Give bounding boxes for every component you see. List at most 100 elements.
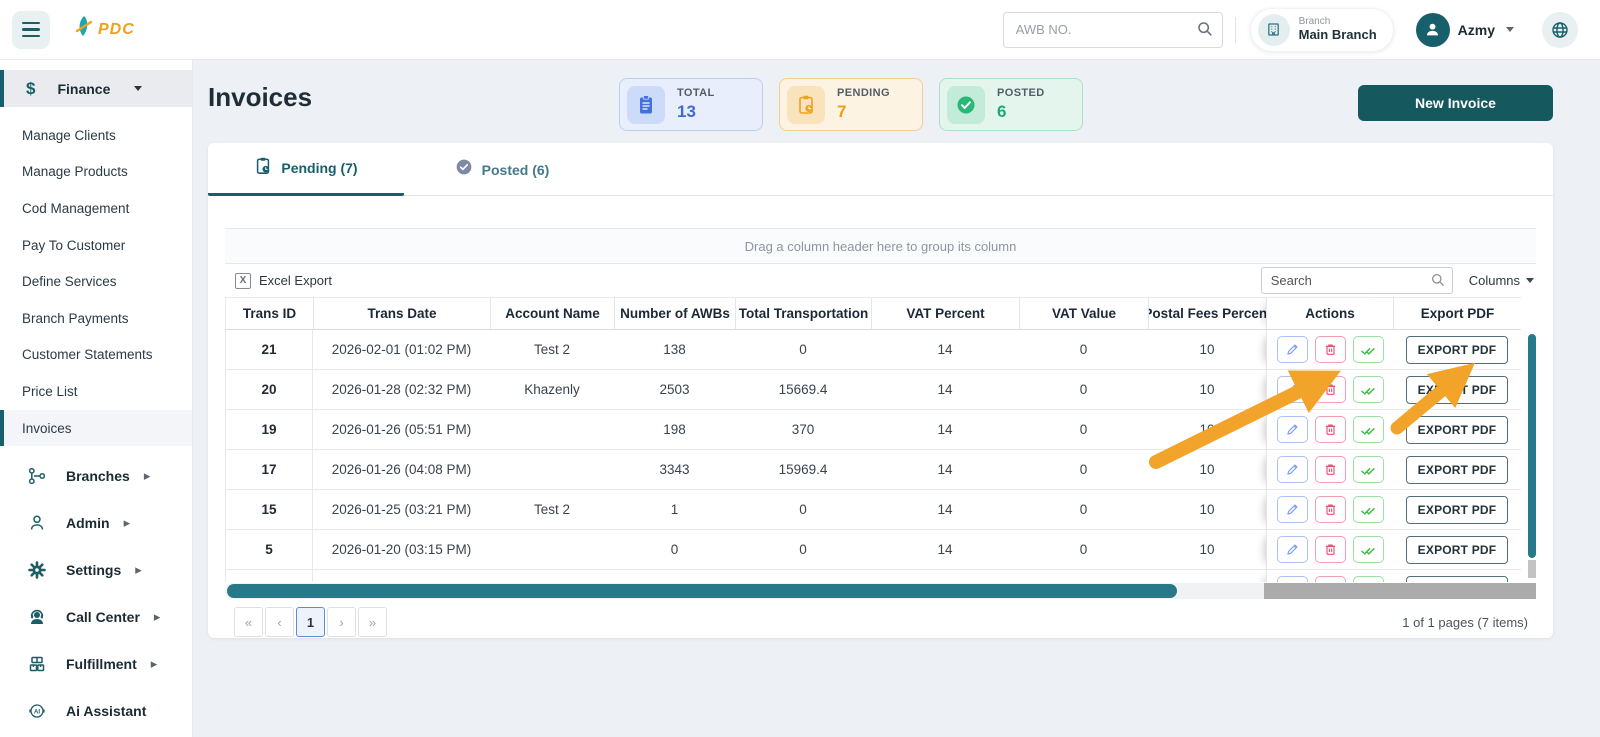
export-pdf-button[interactable]: EXPORT PDF xyxy=(1405,335,1509,364)
column-header-trans-date[interactable]: Trans Date xyxy=(313,297,490,330)
next-page-button[interactable]: › xyxy=(327,607,356,637)
sidebar-item-call-center[interactable]: Call Center ▸ xyxy=(0,593,192,640)
approve-button[interactable] xyxy=(1352,376,1384,403)
edit-button[interactable] xyxy=(1276,336,1308,363)
edit-button[interactable] xyxy=(1276,576,1308,582)
cell-vat-value: 0 xyxy=(1019,410,1148,450)
approve-button[interactable] xyxy=(1352,536,1384,563)
delete-button[interactable] xyxy=(1314,536,1346,563)
columns-chooser-button[interactable]: Columns xyxy=(1469,273,1534,288)
delete-button[interactable] xyxy=(1314,576,1346,582)
sidebar-item-cod-management[interactable]: Cod Management xyxy=(0,190,192,227)
sidebar-item-customer-statements[interactable]: Customer Statements xyxy=(0,337,192,374)
user-name: Azmy xyxy=(1457,21,1495,38)
excel-export-button[interactable]: X Excel Export xyxy=(235,272,332,289)
edit-button[interactable] xyxy=(1276,536,1308,563)
cell-vat-value: 0 xyxy=(1019,530,1148,570)
edit-button[interactable] xyxy=(1276,496,1308,523)
table-row[interactable]: 19 2026-01-26 (05:51 PM) 198 370 14 0 10… xyxy=(225,410,1536,450)
sidebar-item-manage-products[interactable]: Manage Products xyxy=(0,154,192,191)
column-header-number-of-awbs[interactable]: Number of AWBs xyxy=(614,297,735,330)
export-pdf-button[interactable]: EXPORT PDF xyxy=(1405,575,1509,582)
chevron-down-icon xyxy=(134,86,143,91)
column-header-trans-id[interactable]: Trans ID xyxy=(225,297,313,330)
hamburger-menu-button[interactable] xyxy=(12,10,50,49)
export-pdf-button[interactable]: EXPORT PDF xyxy=(1405,415,1509,444)
vertical-scrollbar-thumb[interactable] xyxy=(1528,334,1536,558)
horizontal-scrollbar-thumb[interactable] xyxy=(227,584,1177,598)
column-header-vat-value[interactable]: VAT Value xyxy=(1019,297,1148,330)
export-pdf-button[interactable]: EXPORT PDF xyxy=(1405,495,1509,524)
sidebar-item-invoices[interactable]: Invoices xyxy=(0,409,192,447)
sidebar-item-branch-payments[interactable]: Branch Payments xyxy=(0,300,192,337)
clipboard-clock-icon xyxy=(254,156,272,181)
cell-trans-date: 2026-02-01 (01:02 PM) xyxy=(313,330,490,370)
column-header-actions[interactable]: Actions xyxy=(1266,297,1393,330)
horizontal-scrollbar[interactable] xyxy=(225,583,1536,599)
approve-button[interactable] xyxy=(1352,576,1384,582)
tab-pending[interactable]: Pending (7) xyxy=(208,143,404,196)
approve-button[interactable] xyxy=(1352,456,1384,483)
delete-button[interactable] xyxy=(1314,376,1346,403)
edit-button[interactable] xyxy=(1276,416,1308,443)
topbar-divider xyxy=(1234,16,1236,43)
sidebar-item-ai-assistant[interactable]: AI Ai Assistant xyxy=(0,687,192,734)
sidebar-item-settings[interactable]: Settings ▸ xyxy=(0,546,192,593)
cell-account-name: Khazenly xyxy=(490,370,614,410)
sidebar-sections: Branches ▸ Admin ▸ Settings ▸ Call Cente… xyxy=(0,452,192,734)
approve-button[interactable] xyxy=(1352,336,1384,363)
user-menu[interactable]: Azmy xyxy=(1415,12,1514,47)
leaf-logo-icon xyxy=(74,15,94,44)
pagination: « ‹ 1 › » 1 of 1 pages (7 items) xyxy=(225,607,1536,637)
edit-button[interactable] xyxy=(1276,456,1308,483)
vertical-scrollbar[interactable] xyxy=(1528,332,1536,582)
delete-button[interactable] xyxy=(1314,456,1346,483)
sidebar-item-fulfillment[interactable]: Fulfillment ▸ xyxy=(0,640,192,687)
approve-button[interactable] xyxy=(1352,496,1384,523)
cell-vat-percent: 14 xyxy=(871,450,1019,490)
column-header-export-pdf[interactable]: Export PDF xyxy=(1393,297,1521,330)
column-header-vat-percent[interactable]: VAT Percent xyxy=(871,297,1019,330)
sidebar-item-price-list[interactable]: Price List xyxy=(0,373,192,410)
page-1-button[interactable]: 1 xyxy=(296,607,325,637)
stat-card-total[interactable]: TOTAL 13 xyxy=(619,78,763,131)
sidebar-item-admin[interactable]: Admin ▸ xyxy=(0,499,192,546)
export-pdf-button[interactable]: EXPORT PDF xyxy=(1405,455,1509,484)
tab-posted[interactable]: Posted (6) xyxy=(404,143,600,196)
table-row[interactable]: 20 2026-01-28 (02:32 PM) Khazenly 2503 1… xyxy=(225,370,1536,410)
sidebar-item-pay-to-customer[interactable]: Pay To Customer xyxy=(0,227,192,264)
table-row[interactable]: 5 2026-01-20 (03:15 PM) 0 0 14 0 10 EXPO… xyxy=(225,530,1536,570)
sidebar-item-branches[interactable]: Branches ▸ xyxy=(0,452,192,499)
last-page-button[interactable]: » xyxy=(358,607,387,637)
new-invoice-button[interactable]: New Invoice xyxy=(1358,85,1553,121)
table-row[interactable]: 15 2026-01-25 (03:21 PM) Test 2 1 0 14 0… xyxy=(225,490,1536,530)
cell-trans-date: 2026-01-25 (03:21 PM) xyxy=(313,490,490,530)
first-page-button[interactable]: « xyxy=(234,607,263,637)
cell-trans-id: 15 xyxy=(225,490,313,530)
stat-card-posted[interactable]: POSTED 6 xyxy=(939,78,1083,131)
branch-selector[interactable]: Branch Main Branch xyxy=(1249,7,1394,52)
sidebar-item-finance[interactable]: $ Finance xyxy=(0,70,192,107)
approve-button[interactable] xyxy=(1352,416,1384,443)
language-globe-button[interactable] xyxy=(1542,11,1578,48)
delete-button[interactable] xyxy=(1314,416,1346,443)
prev-page-button[interactable]: ‹ xyxy=(265,607,294,637)
delete-button[interactable] xyxy=(1314,496,1346,523)
group-drop-zone[interactable]: Drag a column header here to group its c… xyxy=(225,228,1536,264)
column-header-total-transportation[interactable]: Total Transportation xyxy=(735,297,871,330)
column-header-account-name[interactable]: Account Name xyxy=(490,297,614,330)
table-search-input[interactable] xyxy=(1260,267,1453,294)
export-pdf-button[interactable]: EXPORT PDF xyxy=(1405,375,1509,404)
column-header-postal-fees-percent[interactable]: Postal Fees Percent xyxy=(1148,297,1266,330)
sidebar-item-define-services[interactable]: Define Services xyxy=(0,263,192,300)
table-row[interactable]: 21 2026-02-01 (01:02 PM) Test 2 138 0 14… xyxy=(225,330,1536,370)
stat-label: POSTED xyxy=(997,87,1045,99)
edit-button[interactable] xyxy=(1276,376,1308,403)
sidebar-item-manage-clients[interactable]: Manage Clients xyxy=(0,117,192,154)
table-row[interactable]: 17 2026-01-26 (04:08 PM) 3343 15969.4 14… xyxy=(225,450,1536,490)
stat-card-pending[interactable]: PENDING 7 xyxy=(779,78,923,131)
awb-search-input[interactable] xyxy=(1002,11,1223,48)
cell-vat-percent: 14 xyxy=(871,490,1019,530)
export-pdf-button[interactable]: EXPORT PDF xyxy=(1405,535,1509,564)
delete-button[interactable] xyxy=(1314,336,1346,363)
